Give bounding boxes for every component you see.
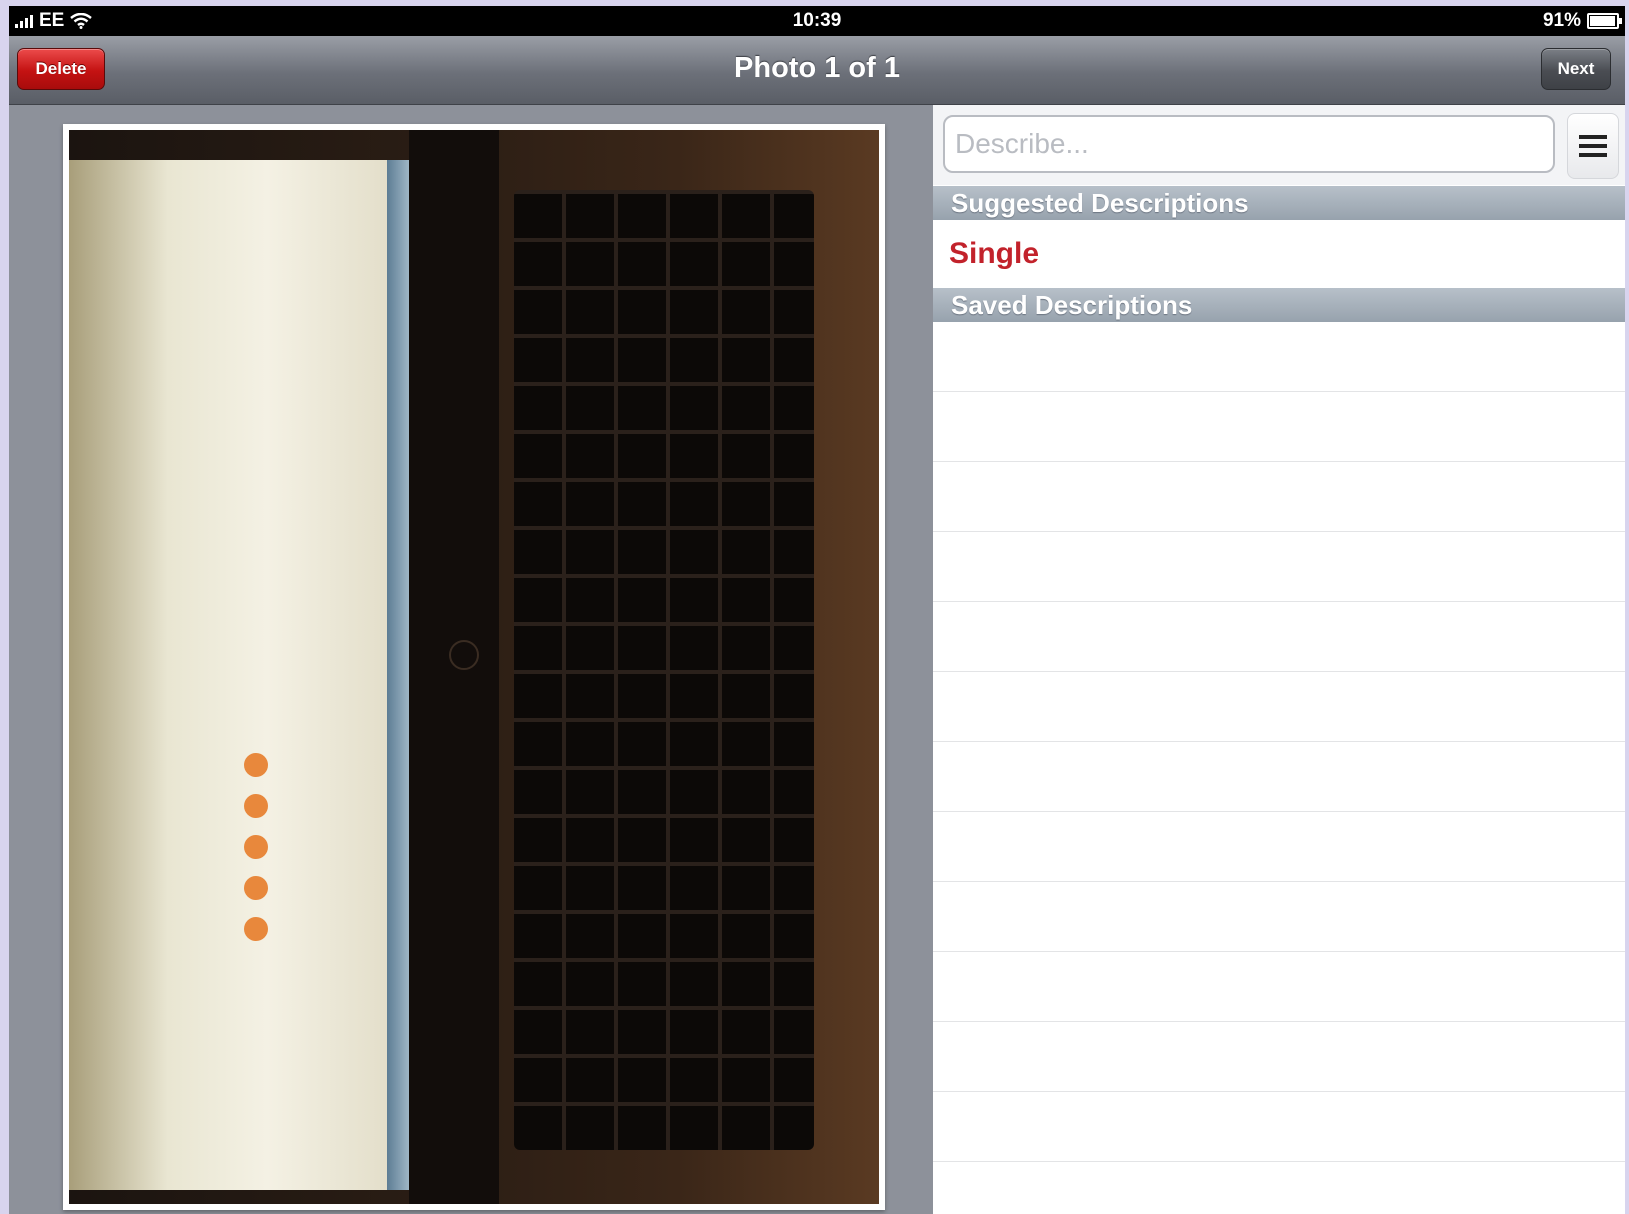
describe-row [933, 105, 1625, 185]
photo-screen-dot [244, 794, 268, 818]
photo-laptop-keyboard [514, 190, 814, 1150]
menu-icon-line [1579, 135, 1607, 139]
navigation-bar: Delete Photo 1 of 1 Next [9, 36, 1625, 105]
saved-descriptions-list [933, 322, 1625, 1214]
photo-logo-mark [449, 640, 479, 670]
photo-screen-dot [244, 835, 268, 859]
status-bar: EE 10:39 91% [9, 6, 1625, 36]
list-menu-button[interactable] [1567, 113, 1619, 179]
menu-icon-line [1579, 153, 1607, 157]
suggestion-item-single[interactable]: Single [933, 220, 1625, 288]
photo-frame [63, 124, 885, 1210]
next-button[interactable]: Next [1541, 48, 1611, 90]
saved-descriptions-header: Saved Descriptions [933, 288, 1625, 322]
menu-icon-line [1579, 144, 1607, 148]
status-right: 91% [1542, 10, 1622, 32]
battery-icon [1587, 13, 1622, 29]
photo-screen-dot [244, 753, 268, 777]
description-pane: Suggested Descriptions Single Saved Desc… [933, 105, 1625, 1214]
photo-laptop-taskbar [387, 160, 409, 1190]
photo-pane [9, 105, 933, 1214]
photo-laptop-screen [69, 160, 399, 1190]
photo-screen-dot [244, 917, 268, 941]
photo-preview[interactable] [69, 130, 879, 1204]
battery-percent: 91% [1542, 10, 1581, 31]
suggested-descriptions-header: Suggested Descriptions [933, 186, 1625, 220]
describe-input[interactable] [943, 115, 1555, 173]
page-title: Photo 1 of 1 [734, 52, 900, 84]
ipad-screen: EE 10:39 91% Delete Photo 1 of 1 Next De… [9, 6, 1625, 1214]
photo-screen-dot [244, 876, 268, 900]
status-time: 10:39 [792, 10, 842, 31]
